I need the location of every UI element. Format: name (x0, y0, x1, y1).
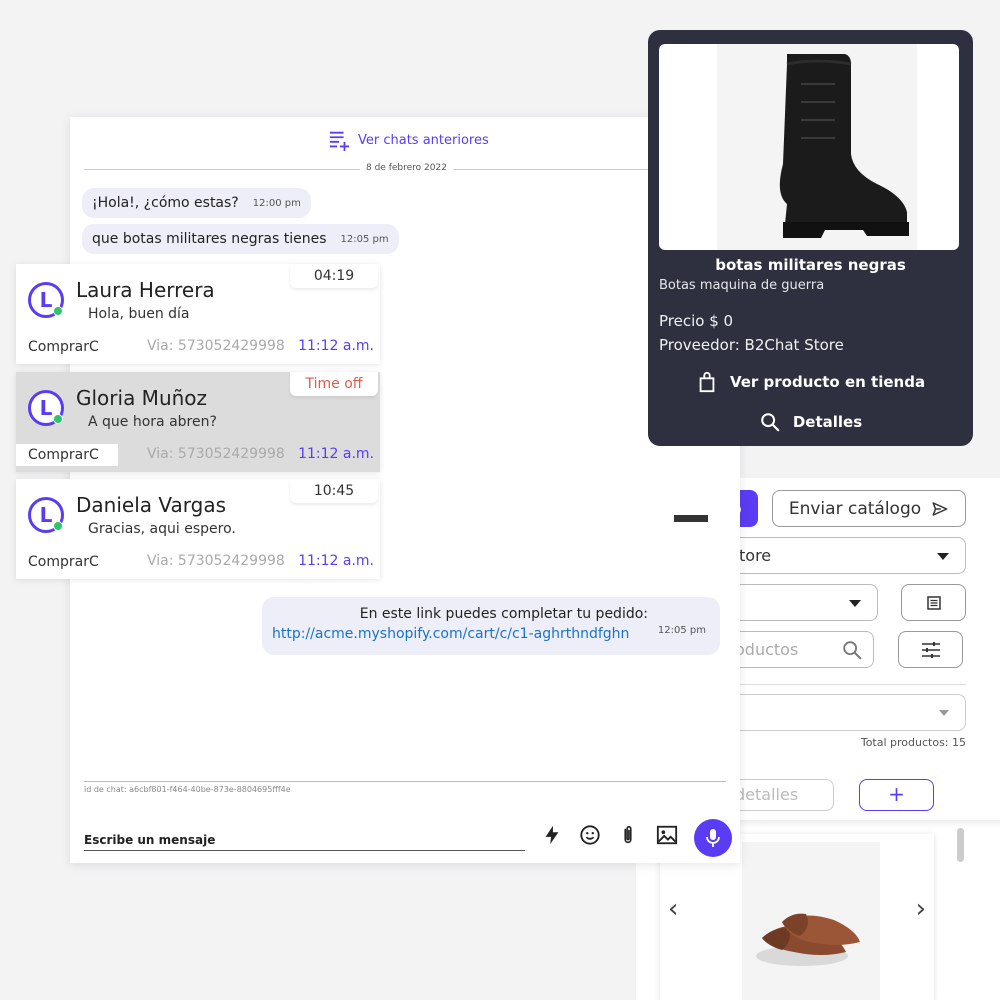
message-text: que botas militares negras tienes (92, 231, 327, 247)
time-off-badge: Time off (290, 372, 378, 396)
search-icon (761, 413, 780, 432)
chevron-down-icon (937, 553, 949, 560)
scrollbar-thumb[interactable] (957, 828, 964, 862)
list-add-icon (329, 131, 350, 151)
previous-chats-link[interactable]: Ver chats anteriores (328, 129, 489, 151)
via-number: Via: 573052429998 (147, 338, 285, 354)
shopping-bag-icon (699, 371, 715, 393)
conversation-card[interactable]: L Gloria Muñoz A que hora abren? Time of… (16, 372, 380, 472)
product-subtitle: Botas maquina de guerra (659, 278, 825, 293)
boot-product-image (659, 44, 959, 250)
conversation-time: 11:12 a.m. (298, 553, 374, 569)
image-icon[interactable] (654, 822, 680, 848)
message-preview: Gracias, aqui espero. (88, 521, 236, 537)
details-placeholder: detalles (735, 785, 799, 804)
message-text: En este link puedes completar tu pedido: (359, 606, 648, 622)
store-select-value: tore (739, 546, 772, 565)
list-icon (926, 595, 941, 610)
details-label: Detalles (792, 413, 863, 431)
date-label: 8 de febrero 2022 (360, 163, 453, 173)
search-icon (843, 641, 862, 660)
conversation-card[interactable]: L Laura Herrera Hola, buen día 04:19 Com… (16, 264, 380, 364)
lightning-icon[interactable] (539, 822, 565, 848)
microphone-button[interactable] (694, 819, 732, 857)
add-button[interactable]: + (859, 779, 934, 811)
message-input[interactable]: Escribe un mensaje (84, 831, 525, 851)
channel-label: ComprarC (16, 444, 118, 466)
channel-label: ComprarC (16, 336, 118, 358)
elapsed-time-badge: 10:45 (290, 479, 378, 503)
microphone-icon (706, 829, 720, 847)
product-popup: botas militares negras Botas maquina de … (648, 30, 973, 446)
contact-name: Gloria Muñoz (76, 386, 208, 410)
chevron-right-icon[interactable]: › (916, 894, 926, 924)
product-title: botas militares negras (715, 256, 906, 274)
send-catalog-button[interactable]: Enviar catálogo (772, 490, 966, 527)
message-preview: A que hora abren? (88, 414, 217, 430)
message-preview: Hola, buen día (88, 306, 190, 322)
view-in-store-label: Ver producto en tienda (729, 373, 926, 391)
total-products: Total productos: 15 (860, 736, 966, 749)
elapsed-time-badge: 04:19 (290, 264, 378, 288)
list-view-button[interactable] (901, 584, 966, 621)
minimize-icon[interactable] (674, 515, 708, 522)
via-number: Via: 573052429998 (147, 446, 285, 462)
send-icon (932, 501, 948, 516)
order-link[interactable]: http://acme.myshopify.com/cart/c/c1-aghr… (272, 626, 629, 642)
product-vendor: Proveedor: B2Chat Store (659, 336, 844, 354)
chevron-down-icon (939, 710, 949, 716)
via-number: Via: 573052429998 (147, 553, 285, 569)
emoji-icon[interactable] (577, 822, 603, 848)
sliders-icon (921, 641, 940, 658)
paperclip-icon[interactable] (615, 822, 641, 848)
contact-name: Laura Herrera (76, 278, 215, 302)
message-time: 12:00 pm (252, 197, 301, 209)
conversation-card[interactable]: L Daniela Vargas Gracias, aqui espero. 1… (16, 479, 380, 579)
chat-id: id de chat: a6cbf801-f464-40be-873e-8804… (84, 785, 291, 794)
incoming-message: ¡Hola!, ¿cómo estas? 12:00 pm (82, 188, 311, 218)
product-price: Precio $ 0 (659, 312, 734, 330)
previous-chats-label: Ver chats anteriores (358, 132, 489, 148)
view-in-store-button[interactable]: Ver producto en tienda (648, 371, 973, 393)
conversation-time: 11:12 a.m. (298, 338, 374, 354)
chevron-down-icon (849, 600, 861, 607)
incoming-message: que botas militares negras tienes 12:05 … (82, 224, 399, 254)
message-text: ¡Hola!, ¿cómo estas? (92, 195, 239, 211)
slipper-product-image (742, 842, 880, 1000)
online-status-dot (53, 306, 63, 316)
send-catalog-label: Enviar catálogo (788, 498, 922, 519)
details-button[interactable]: Detalles (648, 411, 973, 433)
conversation-time: 11:12 a.m. (298, 446, 374, 462)
message-time: 12:05 pm (657, 625, 706, 636)
channel-label: ComprarC (16, 551, 118, 573)
online-status-dot (53, 414, 63, 424)
product-search-placeholder: oductos (735, 640, 799, 659)
filter-button[interactable] (898, 631, 963, 668)
online-status-dot (53, 521, 63, 531)
contact-name: Daniela Vargas (76, 493, 226, 517)
chat-id-divider (84, 781, 726, 782)
outgoing-message: En este link puedes completar tu pedido:… (262, 597, 720, 655)
chevron-left-icon[interactable]: ‹ (668, 894, 678, 924)
message-time: 12:05 pm (340, 233, 389, 245)
